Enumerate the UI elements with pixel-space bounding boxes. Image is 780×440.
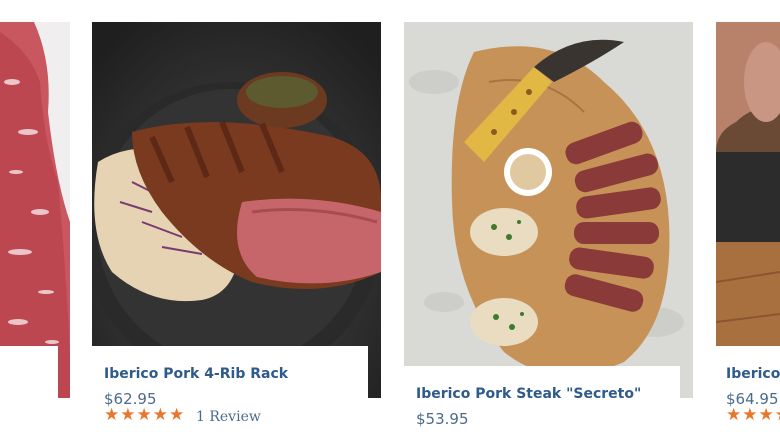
product-image[interactable] bbox=[0, 22, 70, 398]
product-title[interactable]: Iberico Pork Steak "Secreto" bbox=[416, 386, 641, 402]
product-card-2[interactable]: Iberico Pork Steak "Secreto" $53.95 bbox=[404, 0, 694, 440]
product-info bbox=[0, 346, 58, 440]
pork-product-image bbox=[716, 22, 780, 398]
product-card-3[interactable]: Iberico I $64.95 ★★★★ bbox=[716, 0, 780, 440]
product-title[interactable]: Iberico I bbox=[726, 366, 780, 382]
pork-rib-rack-image bbox=[92, 22, 381, 398]
rating-stars: ★★★★ bbox=[726, 405, 780, 424]
pork-steak-secreto-image bbox=[404, 22, 693, 398]
review-count-link[interactable]: 1 Review bbox=[196, 409, 261, 425]
product-image[interactable] bbox=[92, 22, 381, 398]
product-image[interactable] bbox=[404, 22, 693, 398]
product-info bbox=[404, 366, 680, 440]
product-card-0[interactable] bbox=[0, 0, 70, 440]
product-image[interactable] bbox=[716, 22, 780, 398]
product-card-1[interactable]: Iberico Pork 4-Rib Rack $62.95 ★★★★★ 1 R… bbox=[92, 0, 382, 440]
marbled-meat-image bbox=[0, 22, 70, 398]
product-price: $53.95 bbox=[416, 410, 469, 428]
product-title[interactable]: Iberico Pork 4-Rib Rack bbox=[104, 366, 288, 382]
rating-stars: ★★★★★ bbox=[104, 405, 186, 424]
